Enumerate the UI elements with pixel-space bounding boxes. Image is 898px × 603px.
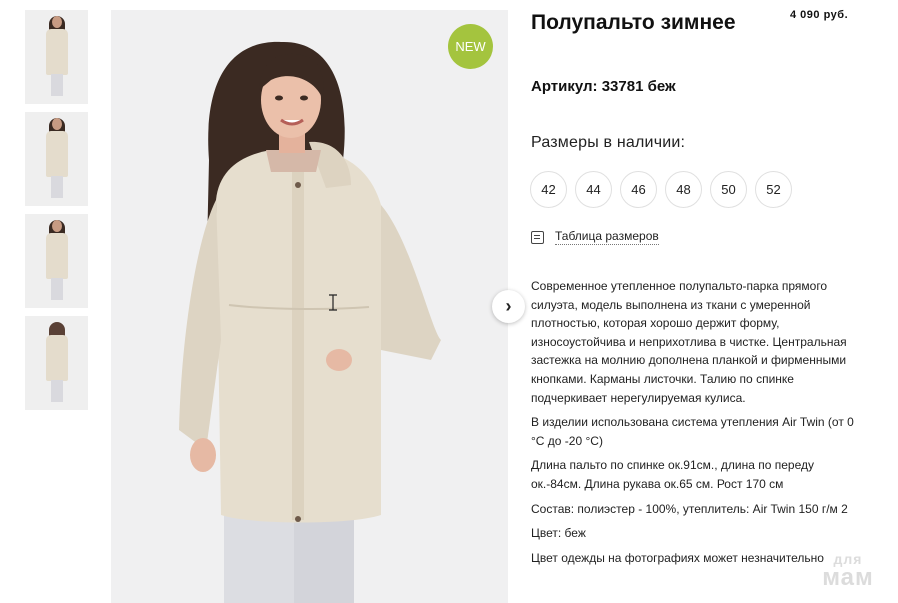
description-paragraph: Современное утепленное полупальто-парка … xyxy=(531,279,847,405)
description-paragraph: В изделии использована система утепления… xyxy=(531,415,854,448)
next-image-button[interactable]: › xyxy=(492,290,525,323)
description-paragraph: Состав: полиэстер - 100%, утеплитель: Ai… xyxy=(531,501,848,516)
thumbnail-3[interactable] xyxy=(25,214,88,308)
model-illustration xyxy=(111,10,508,603)
description-paragraph: Цвет: беж xyxy=(531,526,586,541)
thumbnail-1[interactable] xyxy=(25,10,88,104)
size-table-label: Таблица размеров xyxy=(555,229,659,245)
watermark-line-2: мам xyxy=(822,564,874,591)
size-option-52[interactable]: 52 xyxy=(755,171,792,208)
product-photo xyxy=(111,10,508,603)
new-badge: NEW xyxy=(448,24,493,69)
size-table-link[interactable]: Таблица размеров xyxy=(531,229,659,245)
size-option-50[interactable]: 50 xyxy=(710,171,747,208)
size-selector: 42 44 46 48 50 52 xyxy=(530,171,792,208)
table-icon xyxy=(531,230,544,244)
size-option-48[interactable]: 48 xyxy=(665,171,702,208)
thumbnail-figure xyxy=(44,322,70,404)
description-paragraph: Длина пальто по спинке ок.91см., длина п… xyxy=(531,458,815,491)
thumbnail-figure xyxy=(45,220,68,302)
product-price: 4 090 руб. xyxy=(790,9,849,21)
thumbnail-2[interactable] xyxy=(25,112,88,206)
size-option-44[interactable]: 44 xyxy=(575,171,612,208)
thumbnail-figure xyxy=(44,118,70,200)
thumbnail-figure xyxy=(44,16,70,98)
product-description: Современное утепленное полупальто-парка … xyxy=(531,277,866,573)
chevron-right-icon: › xyxy=(505,296,512,316)
thumbnail-list xyxy=(25,10,88,418)
sizes-label: Размеры в наличии: xyxy=(531,134,686,151)
product-sku: Артикул: 33781 беж xyxy=(531,78,676,95)
product-title: Полупальто зимнее xyxy=(531,11,736,34)
size-option-42[interactable]: 42 xyxy=(530,171,567,208)
site-watermark: для мам xyxy=(812,552,884,590)
size-option-46[interactable]: 46 xyxy=(620,171,657,208)
thumbnail-4[interactable] xyxy=(25,316,88,410)
